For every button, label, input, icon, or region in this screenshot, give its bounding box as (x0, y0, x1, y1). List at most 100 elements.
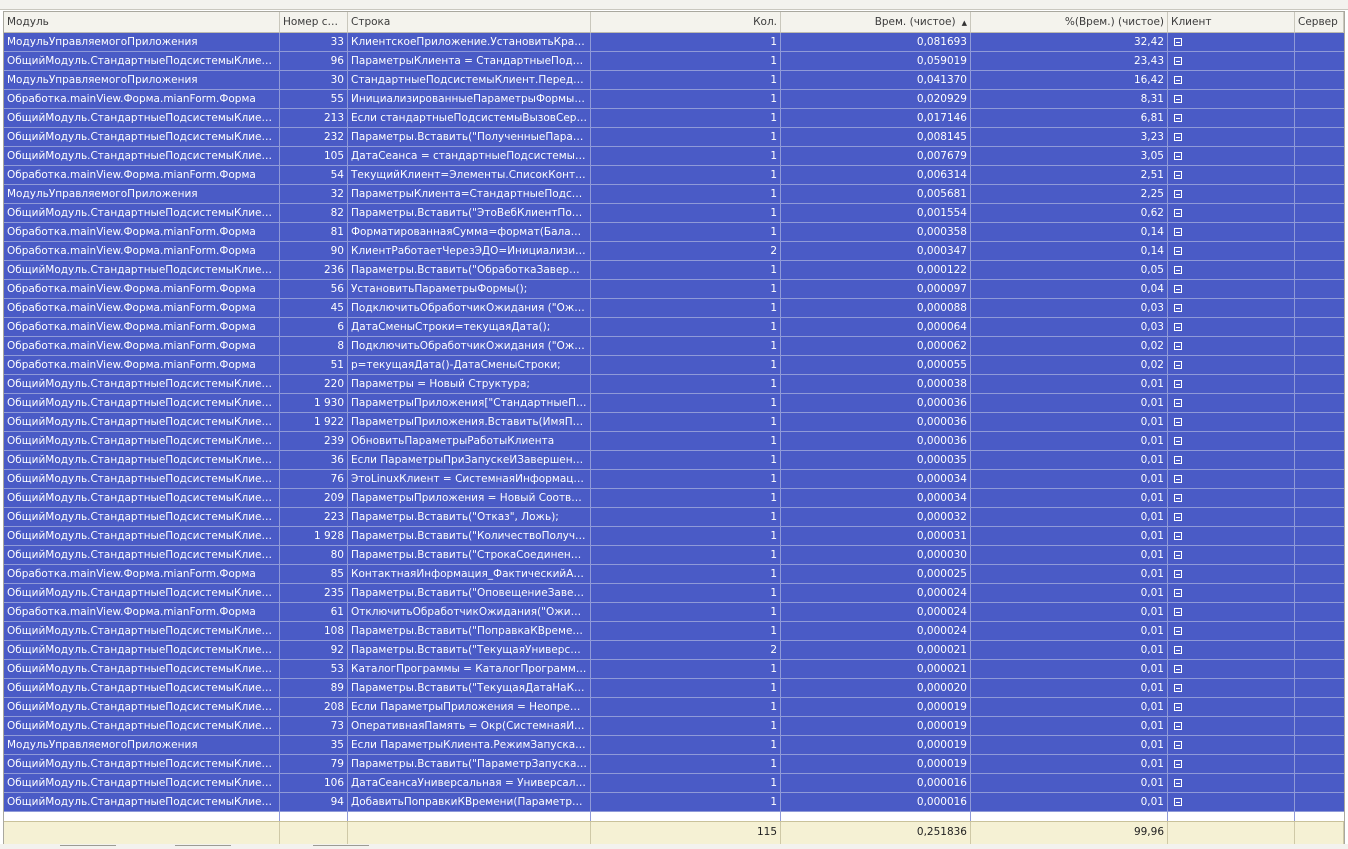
table-row[interactable]: ОбщийМодуль.СтандартныеПодсистемыКлиент.… (4, 394, 1344, 413)
cell-pct: 0,01 (971, 508, 1168, 527)
table-row[interactable]: ОбщийМодуль.СтандартныеПодсистемыКлиентП… (4, 451, 1344, 470)
table-row[interactable]: Обработка.mainView.Форма.mianForm.Форма 8… (4, 337, 1344, 356)
cell-time: 0,000016 (781, 812, 971, 821)
cell-pct: 0,02 (971, 337, 1168, 356)
cell-client (1168, 812, 1295, 821)
cell-pct: 2,25 (971, 185, 1168, 204)
table-row[interactable]: ОбщийМодуль.СтандартныеПодсистемыКлиент.… (4, 413, 1344, 432)
cell-client (1168, 90, 1295, 109)
table-row[interactable]: ОбщийМодуль.СтандартныеПодсистемыКлиентП… (4, 147, 1344, 166)
table-row[interactable]: МодульУправляемогоПриложения 32 ПараметрыК… (4, 185, 1344, 204)
table-row[interactable]: МодульУправляемогоПриложения 35 Если Парам… (4, 736, 1344, 755)
cell-server (1295, 204, 1344, 223)
table-row[interactable]: Обработка.mainView.Форма.mianForm.Форма 8… (4, 565, 1344, 584)
toolbar-button[interactable] (60, 845, 116, 849)
bottom-toolbar-strip (0, 844, 1348, 849)
toolbar-button[interactable] (175, 845, 231, 849)
table-row[interactable]: МодульУправляемогоПриложения 33 Клиентское… (4, 33, 1344, 52)
column-header-time[interactable]: Врем. (чистое) ▲ (781, 12, 971, 33)
column-header-text[interactable]: Строка (348, 12, 591, 33)
table-row[interactable]: ОбщийМодуль.СтандартныеПодсистемыКлиент.… (4, 261, 1344, 280)
table-row[interactable]: ОбщийМодуль.СтандартныеПодсистемыКлиентП… (4, 774, 1344, 793)
cell-text: ОтключитьОбработчикОжидания("Ожидание... (348, 603, 591, 622)
table-row[interactable]: Обработка.mainView.Форма.mianForm.Форма 6… (4, 603, 1344, 622)
cell-module: ОбщийМодуль.СтандартныеПодсистемыКлиент.… (4, 812, 280, 821)
cell-server (1295, 508, 1344, 527)
table-row[interactable]: ОбщийМодуль.СтандартныеПодсистемыКлиент.… (4, 698, 1344, 717)
column-header-client[interactable]: Клиент (1168, 12, 1295, 33)
table-row[interactable]: ОбщийМодуль.СтандартныеПодсистемыКлиент.… (4, 527, 1344, 546)
table-row[interactable]: Обработка.mainView.Форма.mianForm.Форма 5… (4, 356, 1344, 375)
toolbar-button[interactable] (313, 845, 369, 849)
cell-count: 1 (591, 584, 781, 603)
profiler-table[interactable]: Модуль Номер стр... Строка Кол. Врем. (ч… (3, 11, 1345, 845)
table-row[interactable]: ОбщийМодуль.СтандартныеПодсистемыКлиентП… (4, 793, 1344, 812)
cell-text: Параметры = Новый Структура; (348, 375, 591, 394)
cell-module: ОбщийМодуль.СтандартныеПодсистемыКлиент.… (4, 508, 280, 527)
column-header-module[interactable]: Модуль (4, 12, 280, 33)
table-row[interactable]: Обработка.mainView.Форма.mianForm.Форма 4… (4, 299, 1344, 318)
table-row[interactable]: Обработка.mainView.Форма.mianForm.Форма 8… (4, 223, 1344, 242)
table-row[interactable]: ОбщийМодуль.СтандартныеПодсистемыКлиент.… (4, 375, 1344, 394)
cell-module: ОбщийМодуль.СтандартныеПодсистемыКлиентП… (4, 52, 280, 71)
table-row[interactable]: ОбщийМодуль.СтандартныеПодсистемыКлиент.… (4, 508, 1344, 527)
table-row[interactable]: ОбщийМодуль.СтандартныеПодсистемыКлиент.… (4, 109, 1344, 128)
cell-count: 1 (591, 527, 781, 546)
cell-text: ДатаСеансаУниверсальная = Универсальн... (348, 774, 591, 793)
cell-module: ОбщийМодуль.СтандартныеПодсистемыКлиентП… (4, 793, 280, 812)
computer-icon (1174, 437, 1182, 445)
table-row[interactable]: ОбщийМодуль.СтандартныеПодсистемыКлиент.… (4, 584, 1344, 603)
column-header-count[interactable]: Кол. (591, 12, 781, 33)
computer-icon (1174, 646, 1182, 654)
table-row[interactable]: ОбщийМодуль.СтандартныеПодсистемыКлиентП… (4, 717, 1344, 736)
cell-pct: 0,14 (971, 242, 1168, 261)
table-row[interactable]: ОбщийМодуль.СтандартныеПодсистемыКлиентП… (4, 204, 1344, 223)
cell-client (1168, 261, 1295, 280)
column-header-server[interactable]: Сервер (1295, 12, 1344, 33)
table-row[interactable]: ОбщийМодуль.СтандартныеПодсистемыКлиентП… (4, 622, 1344, 641)
cell-pct: 0,01 (971, 660, 1168, 679)
table-row[interactable]: Обработка.mainView.Форма.mianForm.Форма 9… (4, 242, 1344, 261)
cell-pct: 0,01 (971, 451, 1168, 470)
cell-line: 92 (280, 641, 348, 660)
cell-client (1168, 679, 1295, 698)
cell-time: 0,000097 (781, 280, 971, 299)
table-row[interactable]: Обработка.mainView.Форма.mianForm.Форма 5… (4, 166, 1344, 185)
table-row[interactable]: ОбщийМодуль.СтандартныеПодсистемыКлиентП… (4, 641, 1344, 660)
cell-time: 0,000055 (781, 356, 971, 375)
cell-line: 1 922 (280, 413, 348, 432)
table-row[interactable]: Обработка.mainView.Форма.mianForm.Форма 5… (4, 90, 1344, 109)
cell-pct: 0,03 (971, 299, 1168, 318)
table-row[interactable]: ОбщийМодуль.СтандартныеПодсистемыКлиент.… (4, 489, 1344, 508)
cell-client (1168, 546, 1295, 565)
table-row[interactable]: ОбщийМодуль.СтандартныеПодсистемыКлиентП… (4, 52, 1344, 71)
column-header-line[interactable]: Номер стр... (280, 12, 348, 33)
table-row[interactable]: Обработка.mainView.Форма.mianForm.Форма 6… (4, 318, 1344, 337)
table-row[interactable]: Обработка.mainView.Форма.mianForm.Форма 5… (4, 280, 1344, 299)
cell-count: 1 (591, 679, 781, 698)
cell-line: 79 (280, 755, 348, 774)
column-header-time-label: Врем. (чистое) (874, 16, 956, 28)
cell-module: ОбщийМодуль.СтандартныеПодсистемыКлиент.… (4, 584, 280, 603)
table-row-partial[interactable]: ОбщийМодуль.СтандартныеПодсистемыКлиент.… (4, 812, 1344, 821)
table-row[interactable]: ОбщийМодуль.СтандартныеПодсистемыКлиентП… (4, 470, 1344, 489)
cell-text: ОбновитьПараметрыРаботыКлиента (348, 432, 591, 451)
table-row[interactable]: ОбщийМодуль.СтандартныеПодсистемыКлиентП… (4, 660, 1344, 679)
cell-count: 1 (591, 185, 781, 204)
table-row[interactable]: ОбщийМодуль.СтандартныеПодсистемыКлиентП… (4, 679, 1344, 698)
table-row[interactable]: ОбщийМодуль.СтандартныеПодсистемыКлиентП… (4, 546, 1344, 565)
column-header-pct[interactable]: %(Врем.) (чистое) (971, 12, 1168, 33)
table-row[interactable]: МодульУправляемогоПриложения 30 Стандартны… (4, 71, 1344, 90)
table-row[interactable]: ОбщийМодуль.СтандартныеПодсистемыКлиент.… (4, 128, 1344, 147)
cell-time: 0,000062 (781, 337, 971, 356)
computer-icon (1174, 76, 1182, 84)
cell-text: Параметры.Вставить("ЭтоВебКлиентПодМа... (348, 204, 591, 223)
table-row[interactable]: ОбщийМодуль.СтандартныеПодсистемыКлиентП… (4, 755, 1344, 774)
cell-count: 1 (591, 432, 781, 451)
cell-line: 209 (280, 489, 348, 508)
table-row[interactable]: ОбщийМодуль.СтандартныеПодсистемыКлиент.… (4, 432, 1344, 451)
cell-server (1295, 299, 1344, 318)
cell-pct: 16,42 (971, 71, 1168, 90)
cell-server (1295, 166, 1344, 185)
cell-count: 1 (591, 109, 781, 128)
